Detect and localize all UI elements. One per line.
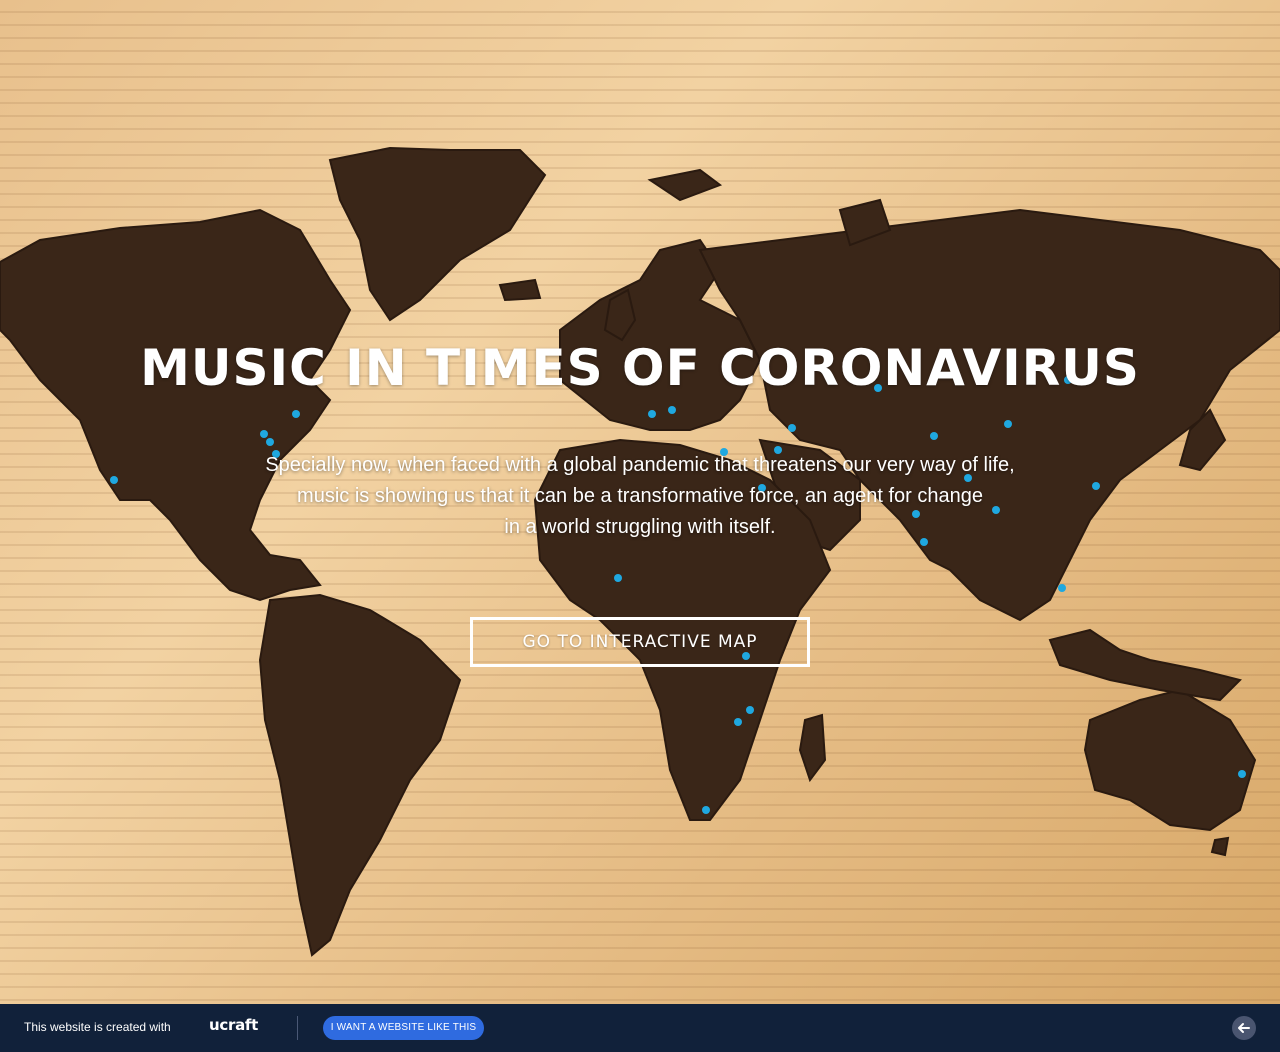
- builder-footer-bar: This website is created with ucraft: [0, 1004, 1280, 1052]
- want-website-button[interactable]: I WANT A WEBSITE LIKE THIS: [323, 1016, 484, 1040]
- created-with-text: This website is created with: [24, 1020, 171, 1034]
- arrow-left-icon: [1238, 1023, 1250, 1033]
- back-button[interactable]: [1232, 1016, 1256, 1040]
- hero-overlay: MUSIC IN TIMES OF CORONAVIRUS Specially …: [0, 0, 1280, 1004]
- page-title: MUSIC IN TIMES OF CORONAVIRUS: [140, 339, 1140, 397]
- hero-section: MUSIC IN TIMES OF CORONAVIRUS Specially …: [0, 0, 1280, 1004]
- footer-divider: [297, 1016, 298, 1040]
- hero-description: Specially now, when faced with a global …: [200, 450, 1080, 543]
- interactive-map-button[interactable]: GO TO INTERACTIVE MAP: [470, 617, 810, 667]
- hero-description-line: in a world struggling with itself.: [504, 516, 776, 538]
- hero-description-line: Specially now, when faced with a global …: [265, 454, 1015, 476]
- ucraft-logo[interactable]: ucraft: [209, 1016, 258, 1034]
- hero-description-line: music is showing us that it can be a tra…: [297, 485, 983, 507]
